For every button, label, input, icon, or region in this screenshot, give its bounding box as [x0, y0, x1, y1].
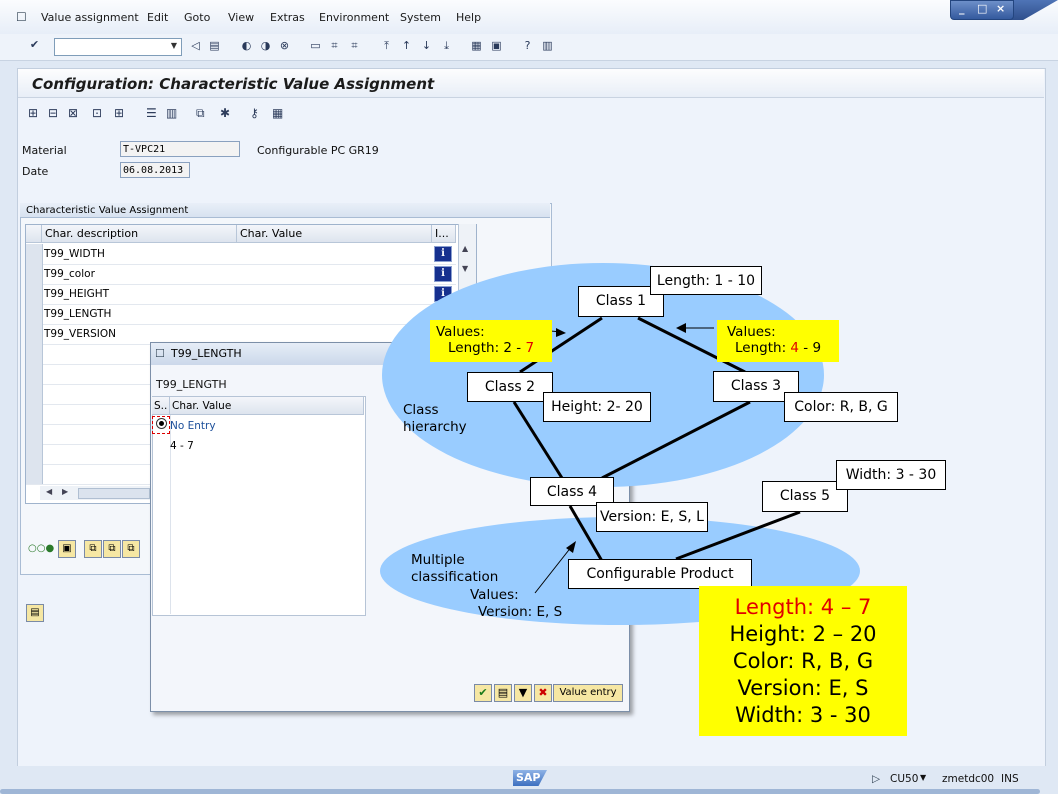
values-right-note: Values: Length: 4 - 9 [717, 320, 839, 362]
tcode-dropdown-icon[interactable]: ▼ [920, 773, 926, 782]
values-right-prefix: Length: [735, 340, 791, 356]
multiple-line1: Multiple [411, 552, 465, 568]
values-bottom-label: Values: Version: E, S [470, 587, 562, 621]
multiple-classification-label: Multiple classification [411, 552, 498, 586]
width-range-box: Width: 3 - 30 [836, 460, 946, 490]
multiple-line2: classification [411, 569, 499, 585]
values-left-heading: Values: [436, 324, 485, 340]
class-hierarchy-line1: Class [403, 402, 439, 418]
summary-width: Width: 3 - 30 [735, 703, 871, 727]
values-bottom-heading: Values: [470, 587, 519, 603]
class-hierarchy-label: Class hierarchy [403, 402, 467, 436]
length-range-box: Length: 1 - 10 [650, 266, 762, 295]
values-right-range: Length: 4 - 9 [723, 340, 833, 356]
class-hierarchy-line2: hierarchy [403, 419, 467, 435]
server-name: zmetdc00 [942, 773, 995, 785]
summary-box: Length: 4 – 7 Height: 2 – 20 Color: R, B… [699, 586, 907, 736]
summary-color: Color: R, B, G [732, 649, 874, 673]
arrowhead-left [556, 328, 566, 337]
status-play-icon[interactable]: ▷ [872, 773, 880, 785]
version-range-box: Version: E, S, L [596, 502, 708, 532]
summary-height: Height: 2 – 20 [729, 622, 877, 646]
configurable-product-box: Configurable Product [568, 559, 752, 589]
values-bottom-version: Version: E, S [478, 604, 563, 620]
arrowhead-right [676, 323, 686, 333]
transaction-code: CU50 [890, 773, 919, 785]
values-left-range: Length: 2 - 7 [436, 340, 546, 356]
values-right-highlight: 4 [790, 340, 799, 356]
color-range-box: Color: R, B, G [784, 392, 898, 422]
values-right-heading: Values: [727, 324, 776, 340]
summary-length: Length: 4 – 7 [734, 595, 872, 619]
class2-box: Class 2 [467, 372, 553, 402]
summary-version: Version: E, S [737, 676, 869, 700]
insert-mode: INS [1001, 773, 1019, 785]
height-range-box: Height: 2- 20 [543, 392, 651, 422]
values-left-prefix: Length: 2 - [448, 340, 526, 356]
status-bar-strip [0, 789, 1040, 794]
values-left-highlight: 7 [525, 340, 535, 356]
values-right-suffix: - 9 [799, 340, 822, 356]
values-left-note: Values: Length: 2 - 7 [430, 320, 552, 362]
arrow-bottom [534, 545, 573, 594]
